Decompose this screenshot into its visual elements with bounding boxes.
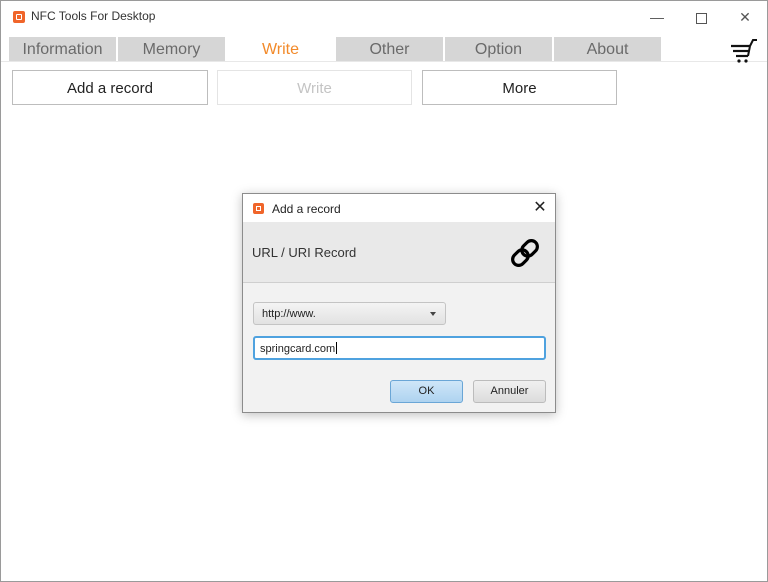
- tab-memory[interactable]: Memory: [118, 37, 225, 61]
- window-title: NFC Tools For Desktop: [31, 9, 156, 23]
- tab-other[interactable]: Other: [336, 37, 443, 61]
- tab-option[interactable]: Option: [445, 37, 552, 61]
- text-caret: [336, 342, 338, 354]
- add-record-dialog: Add a record ✕ URL / URI Record http://w…: [242, 193, 556, 413]
- dialog-header: URL / URI Record: [243, 222, 555, 283]
- url-prefix-value: http://www.: [262, 308, 316, 320]
- nfc-app-icon: [13, 11, 25, 23]
- dialog-title-bar: Add a record ✕: [243, 194, 555, 222]
- maximize-icon: [695, 12, 707, 24]
- chevron-down-icon: [430, 312, 436, 316]
- record-type-label: URL / URI Record: [252, 245, 357, 260]
- cart-icon[interactable]: [729, 39, 759, 65]
- link-icon: [511, 239, 539, 267]
- tab-information[interactable]: Information: [9, 37, 116, 61]
- minimize-button[interactable]: —: [635, 1, 679, 33]
- write-button[interactable]: Write: [217, 70, 412, 105]
- dialog-title: Add a record: [272, 202, 341, 216]
- app-window: NFC Tools For Desktop — ✕ Information Me…: [0, 0, 768, 582]
- tab-bar: Information Memory Write Other Option Ab…: [1, 33, 767, 62]
- more-button[interactable]: More: [422, 70, 617, 105]
- ok-button[interactable]: OK: [390, 380, 463, 403]
- url-prefix-select[interactable]: http://www.: [253, 302, 446, 325]
- title-bar: NFC Tools For Desktop — ✕: [1, 1, 767, 33]
- dialog-close-button[interactable]: ✕: [529, 197, 551, 219]
- tab-write[interactable]: Write: [227, 37, 334, 61]
- url-input-value: springcard.com: [260, 343, 336, 355]
- add-record-button[interactable]: Add a record: [12, 70, 208, 105]
- dialog-app-icon: [253, 203, 264, 214]
- close-button[interactable]: ✕: [723, 1, 767, 33]
- url-input[interactable]: springcard.com: [253, 336, 546, 360]
- cancel-button[interactable]: Annuler: [473, 380, 546, 403]
- tab-about[interactable]: About: [554, 37, 661, 61]
- maximize-button[interactable]: [679, 1, 723, 33]
